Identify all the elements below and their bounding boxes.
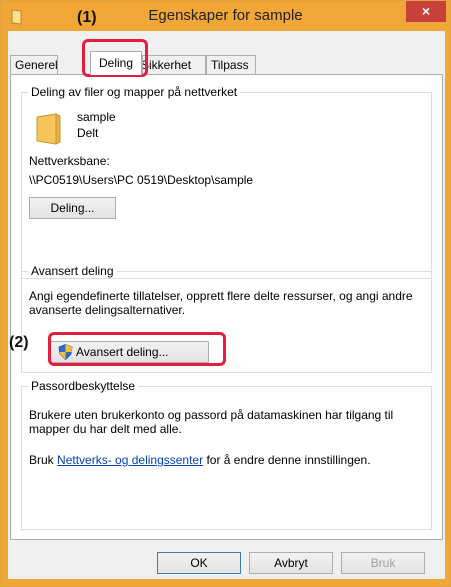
folder-name: sample xyxy=(77,110,116,124)
tab-security[interactable]: Sikkerhet xyxy=(142,55,206,74)
network-path-value: \\PC0519\Users\PC 0519\Desktop\sample xyxy=(29,173,254,187)
share-button[interactable]: Deling... xyxy=(29,197,116,219)
sharing-panel: Deling av filer og mapper på nettverket … xyxy=(10,74,443,540)
network-center-sentence: Bruk Nettverks- og delingssenter for å e… xyxy=(29,453,371,467)
group-title-advanced-sharing: Avansert deling xyxy=(28,264,117,278)
dialog-body: Generelt Deling Sikkerhet Tilpass Deling… xyxy=(8,31,445,579)
ok-button[interactable]: OK xyxy=(157,552,241,574)
title-bar[interactable]: Egenskaper for sample × xyxy=(1,1,450,31)
advanced-sharing-description: Angi egendefinerte tillatelser, opprett … xyxy=(29,289,413,317)
network-sharing-group: Deling av filer og mapper på nettverket … xyxy=(21,85,432,279)
group-title-password-protection: Passordbeskyttelse xyxy=(28,379,139,393)
sentence-prefix: Bruk xyxy=(29,453,54,467)
window-title: Egenskaper for sample xyxy=(148,7,303,24)
close-button[interactable]: × xyxy=(406,1,446,22)
properties-dialog: Egenskaper for sample × Generelt Deling … xyxy=(0,0,451,587)
share-status: Delt xyxy=(77,126,99,140)
password-protection-group: Passordbeskyttelse Brukere uten brukerko… xyxy=(21,379,432,530)
folder-icon xyxy=(36,113,61,145)
callout-label-1: (1) xyxy=(77,9,97,26)
apply-button: Bruk xyxy=(341,552,425,574)
callout-box-advanced-sharing xyxy=(48,332,226,366)
tab-security-label: Sikkerhet xyxy=(142,58,192,72)
tab-sharing[interactable]: Deling xyxy=(90,51,142,75)
sentence-suffix: for å endre denne innstillingen. xyxy=(206,453,371,467)
callout-label-2: (2) xyxy=(9,334,29,351)
password-protection-description: Brukere uten brukerkonto og passord på d… xyxy=(29,408,394,436)
tab-bar: Generelt Deling Sikkerhet Tilpass xyxy=(8,51,445,75)
tab-general[interactable]: Generelt xyxy=(10,55,58,74)
group-title-network-sharing: Deling av filer og mapper på nettverket xyxy=(28,85,241,99)
network-sharing-center-link[interactable]: Nettverks- og delingssenter xyxy=(57,453,203,467)
tab-customize[interactable]: Tilpass xyxy=(206,55,256,74)
network-path-label: Nettverksbane: xyxy=(29,154,110,168)
cancel-button[interactable]: Avbryt xyxy=(249,552,333,574)
